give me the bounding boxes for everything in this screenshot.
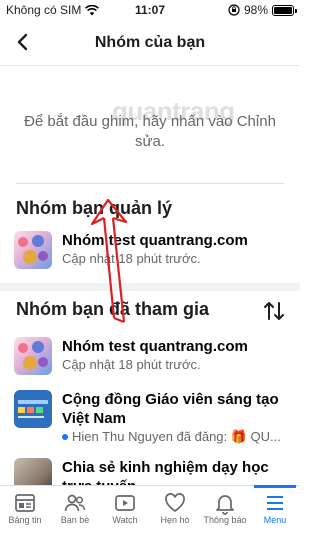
managed-section-title: Nhóm bạn quản lý [16,198,173,218]
status-right: 98% [228,3,297,17]
group-latest-post: Hien Thu Nguyen đã đăng: 🎁 QU... [72,429,281,444]
heart-icon [165,493,185,513]
status-bar: Không có SIM 11:07 98% [0,0,300,20]
battery-fill [274,6,292,14]
group-meta: Hien Thu Nguyen đã đăng: 🎁 QU... [62,428,292,446]
managed-group-item[interactable]: Nhóm test quantrang.com Cập nhật 18 phút… [14,231,294,269]
page-title: Nhóm của bạn [94,33,206,51]
tab-menu[interactable]: Menu [250,485,300,533]
bell-icon [216,495,234,515]
battery-percent: 98% [243,3,268,17]
tab-friends[interactable]: Bạn bè [50,486,100,533]
group-updated-text: Cập nhật 18 phút trước. [62,357,201,372]
menu-icon [267,496,283,510]
tab-dating[interactable]: Hẹn hò [150,486,200,533]
group-thumbnail [14,337,52,375]
thumbnail-graphic [18,400,48,418]
group-text: Cộng đồng Giáo viên sáng tạo Việt Nam Hi… [62,390,292,446]
group-name: Cộng đồng Giáo viên sáng tạo Việt Nam [62,391,279,427]
divider [16,183,284,184]
sort-arrows-icon[interactable] [262,299,286,323]
bottom-tab-bar: Bảng tin Bạn bè Watch Hẹn hò Thông báo M… [0,485,300,533]
group-name: Nhóm test quantrang.com [62,338,248,355]
group-meta: Cập nhật 18 phút trước. [62,250,248,268]
tab-label: Menu [263,515,287,525]
friends-icon [64,494,86,512]
group-name: Nhóm test quantrang.com [62,232,248,249]
section-separator [0,283,300,291]
tab-home[interactable]: Bảng tin [0,486,50,533]
group-thumbnail [14,390,52,428]
joined-group-item[interactable]: Cộng đồng Giáo viên sáng tạo Việt Nam Hi… [14,390,294,446]
orientation-lock-icon [228,4,240,16]
home-icon [15,494,35,512]
tab-watch[interactable]: Watch [100,486,150,533]
unread-dot [62,434,68,440]
tab-label: Bạn bè [60,515,90,525]
tab-notifications[interactable]: Thông báo [200,486,250,533]
tab-label: Watch [112,515,138,525]
chevron-left-icon [17,33,28,51]
joined-section-title: Nhóm bạn đã tham gia [16,299,210,319]
group-updated-text: Cập nhật 18 phút trước. [62,251,201,266]
group-text: Nhóm test quantrang.com Cập nhật 18 phút… [62,231,248,268]
group-meta: Cập nhật 18 phút trước. [62,356,248,374]
tab-label: Hẹn hò [160,515,190,525]
watch-icon [115,495,135,511]
tab-label: Thông báo [203,515,247,525]
battery-icon [272,4,297,16]
tab-label: Bảng tin [8,515,42,525]
pin-instructions: Để bắt đầu ghim, hãy nhấn vào Chỉnh sửa. [24,113,276,150]
group-thumbnail [14,231,52,269]
joined-group-item[interactable]: Nhóm test quantrang.com Cập nhật 18 phút… [14,337,294,375]
page-header: Nhóm của bạn [0,20,300,66]
back-button[interactable] [10,30,34,54]
group-text: Nhóm test quantrang.com Cập nhật 18 phút… [62,337,248,374]
